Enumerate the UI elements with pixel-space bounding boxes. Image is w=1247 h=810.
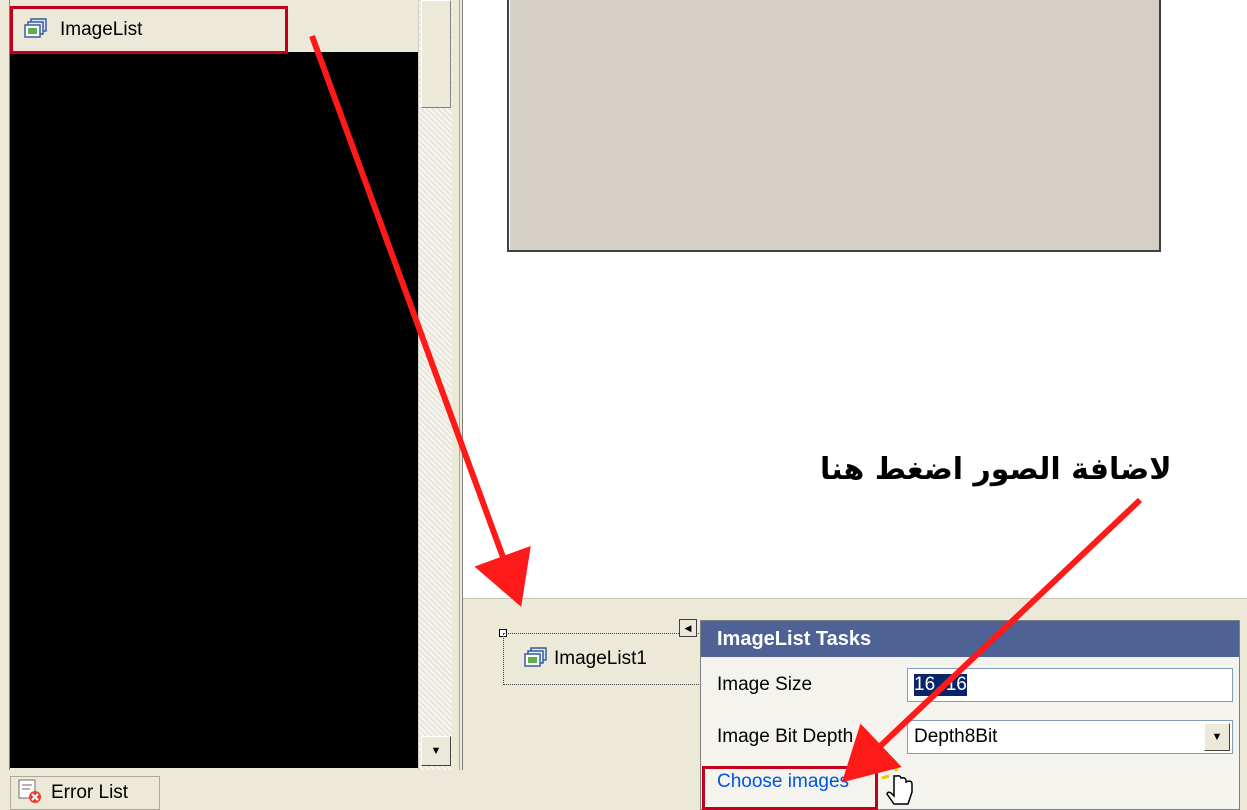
- toolbox-item-imagelist[interactable]: ImageList: [10, 8, 285, 52]
- error-list-tab[interactable]: Error List: [10, 776, 160, 810]
- toolbox-dark-area: [10, 52, 418, 768]
- status-bar: Error List: [0, 770, 700, 810]
- scrollbar-thumb[interactable]: [421, 0, 451, 108]
- bit-depth-row: Image Bit Depth Depth8Bit ▼: [701, 717, 1241, 757]
- toolbox-panel: ImageList ▼: [0, 0, 460, 770]
- imagelist-icon: [524, 646, 548, 672]
- smart-tag-button[interactable]: ◀: [679, 619, 697, 637]
- chevron-down-icon[interactable]: ▼: [1204, 723, 1230, 751]
- component-label: ImageList1: [554, 648, 647, 669]
- form-panel[interactable]: [507, 0, 1161, 252]
- scroll-down-button[interactable]: ▼: [421, 736, 451, 766]
- hand-cursor-icon: [880, 762, 920, 810]
- toolbox-item-label: ImageList: [60, 19, 143, 40]
- tasks-header: ImageList Tasks: [701, 621, 1239, 657]
- image-size-input[interactable]: 16, 16: [907, 668, 1233, 702]
- error-list-icon: [17, 778, 43, 809]
- imagelist-tasks-panel: ImageList Tasks Image Size 16, 16 Image …: [700, 620, 1240, 810]
- image-size-label: Image Size: [717, 674, 813, 695]
- toolbox-left-edge: [0, 0, 10, 770]
- image-size-value: 16, 16: [914, 674, 967, 696]
- screenshot-root: ImageList ▼ ImageList1 ◀ ImageList Tasks…: [0, 0, 1247, 810]
- imagelist-icon: [24, 17, 48, 43]
- annotation-caption: لاضافة الصور اضغط هنا: [820, 452, 1172, 487]
- error-list-label: Error List: [51, 782, 129, 803]
- bit-depth-select[interactable]: Depth8Bit ▼: [907, 720, 1233, 754]
- tasks-title: ImageList Tasks: [717, 627, 872, 650]
- bit-depth-value: Depth8Bit: [914, 726, 998, 747]
- bit-depth-label: Image Bit Depth: [717, 726, 854, 747]
- image-size-row: Image Size 16, 16: [701, 665, 1241, 705]
- toolbox-scrollbar[interactable]: ▼: [418, 0, 452, 770]
- component-imagelist1[interactable]: ImageList1: [503, 633, 703, 685]
- choose-images-link[interactable]: Choose images: [717, 771, 849, 793]
